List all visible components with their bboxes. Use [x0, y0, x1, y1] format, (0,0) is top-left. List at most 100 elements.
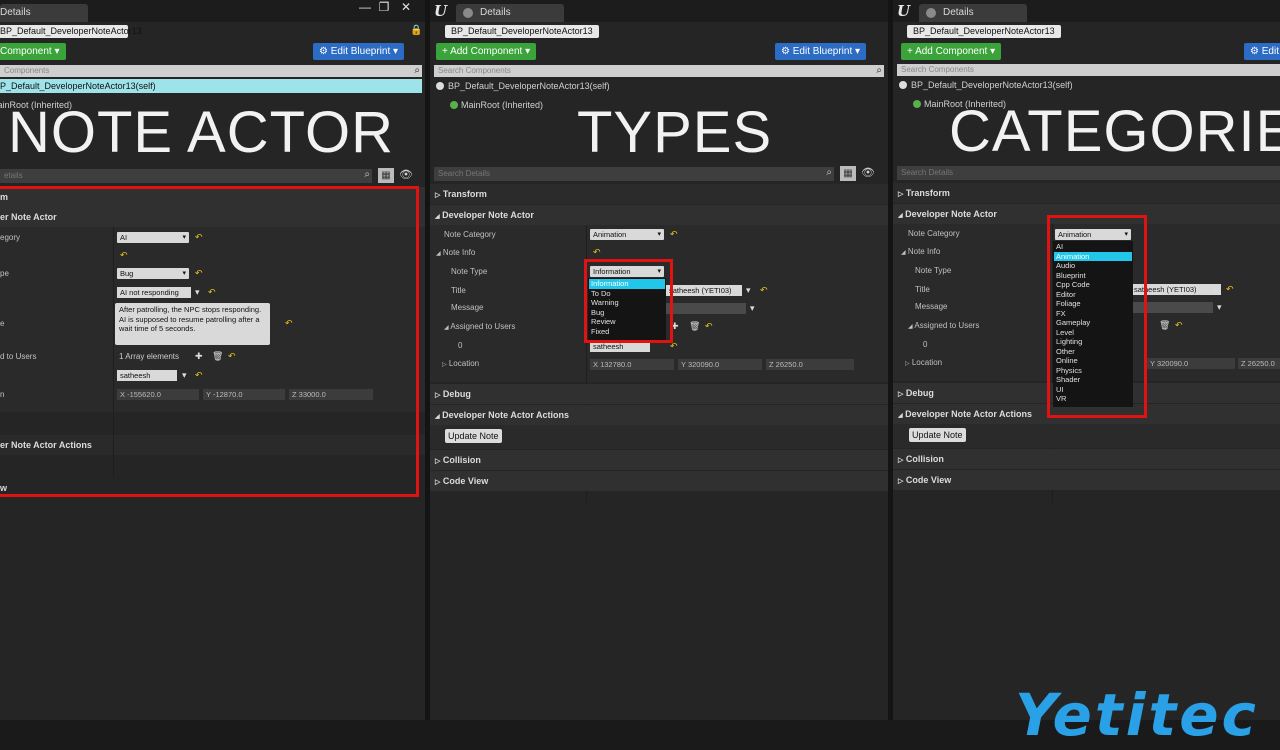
- add-component-button[interactable]: Component ▾: [0, 43, 66, 60]
- tree-item-mainroot[interactable]: MainRoot (Inherited): [450, 98, 543, 112]
- reset-icon[interactable]: ↶: [1226, 284, 1234, 295]
- location-z-field[interactable]: Z 26250.0: [1238, 358, 1280, 369]
- category-collision[interactable]: ▷ Collision: [893, 449, 1280, 469]
- category-transform[interactable]: ▷ Transform: [893, 183, 1280, 203]
- search-components-input[interactable]: Components ⌕: [0, 65, 422, 77]
- add-component-button[interactable]: + Add Component ▾: [901, 43, 1002, 60]
- details-icon: [926, 8, 936, 18]
- tab-details[interactable]: Details: [456, 4, 564, 22]
- tab-label: Details: [943, 7, 974, 18]
- collapsed-arrow-icon: ▷: [898, 457, 904, 464]
- title-bar: Details — ❐ ✕: [0, 0, 425, 22]
- category-code-view[interactable]: ▷ Code View: [893, 470, 1280, 490]
- chevron-down-icon[interactable]: ▾: [746, 285, 751, 296]
- blueprint-name: BP_Default_DeveloperNoteActor13: [445, 25, 599, 38]
- close-button[interactable]: ✕: [396, 0, 416, 14]
- property-label: Location: [911, 358, 943, 367]
- grid-view-icon[interactable]: ▦: [840, 166, 856, 181]
- property-label: Note Info: [442, 248, 476, 257]
- lock-icon[interactable]: 🔒: [410, 25, 422, 36]
- collapsed-arrow-icon: ▷: [898, 191, 904, 198]
- expanded-arrow-icon: ◢: [435, 414, 440, 420]
- update-note-button[interactable]: Update Note: [909, 428, 966, 442]
- category-label: Developer Note Actor Actions: [442, 410, 569, 420]
- watermark-logo: Yetitec: [1015, 681, 1259, 749]
- minimize-button[interactable]: —: [355, 0, 375, 14]
- search-details-input[interactable]: etails ⌕: [0, 169, 372, 183]
- update-note-button[interactable]: Update Note: [445, 429, 502, 443]
- location-y-field[interactable]: Y 320090.0: [1147, 358, 1235, 369]
- edit-blueprint-button[interactable]: ⚙ Edit Blueprint ▾: [1244, 43, 1280, 60]
- label-message: Message: [451, 303, 484, 312]
- eye-icon[interactable]: 👁: [399, 168, 413, 181]
- maximize-button[interactable]: ❐: [374, 0, 394, 14]
- label-index-0: 0: [458, 341, 463, 350]
- category-label: Transform: [905, 188, 950, 198]
- search-components-input[interactable]: Search Components ⌕: [434, 65, 884, 77]
- collapsed-arrow-icon: ▷: [435, 392, 441, 399]
- title-field[interactable]: satheesh (YETI03): [666, 285, 742, 296]
- tab-details[interactable]: Details: [919, 4, 1027, 22]
- reset-icon[interactable]: ↶: [705, 321, 713, 332]
- category-transform[interactable]: ▷ Transform: [430, 184, 888, 204]
- property-label: Note Info: [907, 247, 941, 256]
- tree-item-label: MainRoot (Inherited): [461, 100, 544, 110]
- label-location: ▷ Location: [442, 358, 479, 371]
- tree-item-label: BP_Default_DeveloperNoteActor13(self): [911, 80, 1073, 90]
- combo-value: Animation: [593, 230, 627, 239]
- tab-details[interactable]: Details: [0, 4, 88, 22]
- edit-blueprint-button[interactable]: ⚙ Edit Blueprint ▾: [313, 43, 405, 60]
- add-component-button[interactable]: + Add Component ▾: [436, 43, 537, 60]
- trash-icon[interactable]: 🗑: [1159, 320, 1170, 331]
- tree-item-self[interactable]: BP_Default_DeveloperNoteActor13(self): [436, 79, 610, 93]
- reset-icon[interactable]: ↶: [593, 247, 601, 258]
- title-bar: U Details: [430, 0, 888, 22]
- expanded-arrow-icon: ◢: [908, 324, 913, 330]
- category-developer-note-actor[interactable]: ◢ Developer Note Actor: [430, 205, 888, 225]
- panel-label: NOTE ACTOR: [8, 100, 394, 165]
- search-details-input[interactable]: Search Details ⌕: [434, 167, 834, 181]
- category-label: Code View: [442, 476, 489, 486]
- message-field[interactable]: [666, 303, 746, 314]
- chevron-down-icon[interactable]: ▾: [1217, 302, 1222, 313]
- tree-item-label: BP_Default_DeveloperNoteActor13(self): [0, 81, 156, 91]
- expanded-arrow-icon: ◢: [435, 214, 440, 220]
- reset-icon[interactable]: ↶: [670, 229, 678, 240]
- tree-item-self[interactable]: BP_Default_DeveloperNoteActor13(self): [0, 79, 422, 93]
- expanded-arrow-icon: ◢: [901, 250, 906, 256]
- highlight-box: [0, 186, 419, 497]
- tree-item-self[interactable]: BP_Default_DeveloperNoteActor13(self): [899, 78, 1073, 92]
- search-details-input[interactable]: Search Details: [897, 166, 1280, 180]
- chevron-down-icon[interactable]: ▾: [750, 303, 755, 314]
- reset-icon[interactable]: ↶: [1175, 320, 1183, 331]
- tab-label: Details: [0, 7, 31, 18]
- reset-icon[interactable]: ↶: [760, 285, 768, 296]
- eye-icon[interactable]: 👁: [861, 166, 875, 179]
- highlight-box: [584, 259, 673, 343]
- category-label: Collision: [442, 455, 481, 465]
- collapsed-arrow-icon: ▷: [905, 361, 910, 367]
- category-debug[interactable]: ▷ Debug: [430, 384, 888, 404]
- category-collision[interactable]: ▷ Collision: [430, 450, 888, 470]
- label-title: Title: [915, 285, 930, 294]
- expanded-arrow-icon: ◢: [436, 251, 441, 257]
- edit-blueprint-button[interactable]: ⚙ Edit Blueprint ▾: [775, 43, 867, 60]
- category-code-view[interactable]: ▷ Code View: [430, 471, 888, 491]
- grid-view-icon[interactable]: ▦: [378, 168, 394, 183]
- chevron-down-icon[interactable]: ▾: [1213, 284, 1218, 295]
- note-category-combo[interactable]: Animation ▾: [590, 229, 664, 240]
- label-assigned-to-users: ◢ Assigned to Users: [444, 321, 515, 334]
- location-y-field[interactable]: Y 320090.0: [678, 359, 762, 370]
- trash-icon[interactable]: 🗑: [689, 321, 700, 332]
- location-z-field[interactable]: Z 26250.0: [766, 359, 854, 370]
- collapsed-arrow-icon: ▷: [435, 458, 441, 465]
- search-components-input[interactable]: Search Components: [897, 64, 1280, 76]
- location-x-field[interactable]: X 132780.0: [590, 359, 674, 370]
- label-message: Message: [915, 302, 948, 311]
- unreal-logo-icon: U: [897, 2, 911, 20]
- title-bar: U Details: [893, 0, 1280, 22]
- search-icon: ⌕: [876, 65, 882, 76]
- actor-icon: [436, 82, 444, 90]
- category-developer-note-actor-actions[interactable]: ◢ Developer Note Actor Actions: [430, 405, 888, 425]
- property-label: Assigned to Users: [450, 322, 516, 331]
